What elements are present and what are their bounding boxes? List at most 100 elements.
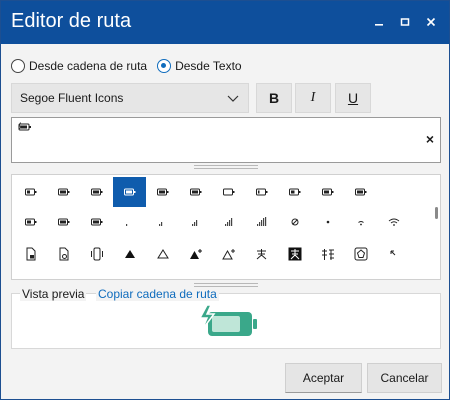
battery-low-icon xyxy=(222,188,234,196)
grid-cell-triangle-filled[interactable] xyxy=(113,239,146,269)
cancel-button[interactable]: Cancelar xyxy=(367,363,442,393)
accept-button[interactable]: Aceptar xyxy=(285,363,362,393)
radio-indicator xyxy=(157,59,172,73)
window-title: Editor de ruta xyxy=(11,10,132,32)
grid-cell-document-link[interactable] xyxy=(47,239,80,269)
battery-charging-icon xyxy=(321,188,333,196)
grid-cell-triangle-outline[interactable] xyxy=(146,239,179,269)
grid-cell-signal-3[interactable] xyxy=(179,207,212,237)
title-bar[interactable]: Editor de ruta xyxy=(1,1,449,44)
battery-charging-icon xyxy=(90,218,102,226)
battery-low-icon xyxy=(255,188,267,196)
grid-cell-battery-charging[interactable] xyxy=(146,177,179,207)
battery-charging-icon xyxy=(57,188,69,196)
dot-icon xyxy=(326,220,329,224)
copy-path-link[interactable]: Copiar cadena de ruta xyxy=(96,287,219,301)
grid-cell-ime-box[interactable] xyxy=(344,239,377,269)
battery-charging-icon xyxy=(57,218,69,226)
grid-cell-battery-charging[interactable] xyxy=(80,207,113,237)
document-link-icon xyxy=(59,247,68,261)
radio-from-text[interactable]: Desde Texto xyxy=(157,59,242,73)
triangle-outline-icon xyxy=(156,249,169,259)
signal-2-icon xyxy=(158,222,162,226)
signal-4-icon xyxy=(224,218,232,226)
grid-cell-no-signal[interactable] xyxy=(278,207,311,237)
grid-cell-phone-vibrate[interactable] xyxy=(80,239,113,269)
grid-cell-signal-2[interactable] xyxy=(146,207,179,237)
grid-cell-battery-charging[interactable] xyxy=(47,207,80,237)
signal-1-icon xyxy=(125,224,127,226)
radio-from-path-string[interactable]: Desde cadena de ruta xyxy=(11,59,147,73)
battery-icon xyxy=(24,188,36,196)
upper-splitter[interactable] xyxy=(194,165,258,170)
bold-button[interactable]: B xyxy=(256,83,292,113)
path-editor-window: Editor de ruta Desde cadena de ruta Desd… xyxy=(0,0,450,400)
battery-icon xyxy=(24,218,36,226)
grid-cell-triangle-add-outline[interactable] xyxy=(212,239,245,269)
grid-cell-battery-charging[interactable] xyxy=(179,177,212,207)
radio-label: Desde Texto xyxy=(175,59,242,73)
clear-text-button[interactable]: × xyxy=(426,131,434,147)
grid-cell-ime-japanese[interactable] xyxy=(311,239,344,269)
resize-corner-icon xyxy=(390,250,395,256)
preview-label: Vista previa xyxy=(20,287,87,301)
italic-button[interactable]: I xyxy=(295,83,331,113)
glyph-grid xyxy=(11,174,441,280)
grid-cell-battery[interactable] xyxy=(14,177,47,207)
ime-japanese-icon xyxy=(321,248,334,260)
grid-cell-ime-english-box[interactable] xyxy=(278,239,311,269)
grid-cell-battery-charging[interactable] xyxy=(47,177,80,207)
ime-english-box-icon xyxy=(288,247,301,261)
grid-cell-battery-charging[interactable] xyxy=(311,177,344,207)
battery-charging-icon xyxy=(354,188,366,196)
grid-cell-triangle-add-filled[interactable] xyxy=(179,239,212,269)
maximize-icon xyxy=(400,18,410,26)
font-family-value: Segoe Fluent Icons xyxy=(20,91,124,105)
grid-cell-signal-4[interactable] xyxy=(212,207,245,237)
battery-charging-icon xyxy=(156,188,168,196)
battery-charging-icon xyxy=(198,304,257,336)
glyph-text-input[interactable]: × xyxy=(11,117,441,163)
underline-button[interactable]: U xyxy=(335,83,371,113)
radio-indicator xyxy=(11,59,25,73)
grid-scrollbar[interactable] xyxy=(435,207,438,219)
grid-cell-wifi[interactable] xyxy=(377,207,410,237)
grid-cell-signal-1[interactable] xyxy=(113,207,146,237)
battery-icon xyxy=(288,188,300,196)
battery-charging-icon xyxy=(90,188,102,196)
grid-cell-resize-corner[interactable] xyxy=(377,239,410,269)
grid-cell-battery-charging[interactable] xyxy=(80,177,113,207)
minimize-button[interactable] xyxy=(367,11,391,33)
grid-cell-battery[interactable] xyxy=(14,207,47,237)
battery-charging-icon xyxy=(189,188,201,196)
document-lock-icon xyxy=(26,247,35,261)
preview-panel: Vista previa Copiar cadena de ruta xyxy=(11,287,441,349)
ime-box-icon xyxy=(354,247,367,261)
grid-cell-ime-english[interactable] xyxy=(245,239,278,269)
close-icon xyxy=(426,17,436,27)
grid-cell-battery-charging[interactable] xyxy=(344,177,377,207)
grid-cell-battery-low[interactable] xyxy=(245,177,278,207)
font-family-dropdown[interactable]: Segoe Fluent Icons xyxy=(11,83,249,113)
close-button[interactable] xyxy=(419,11,443,33)
source-radio-group: Desde cadena de ruta Desde Texto xyxy=(11,56,252,76)
ime-english-icon xyxy=(256,248,267,259)
phone-vibrate-icon xyxy=(90,247,103,261)
wifi-low-icon xyxy=(357,221,364,226)
signal-3-icon xyxy=(191,220,197,226)
battery-charging-icon xyxy=(123,188,135,196)
triangle-add-outline-icon xyxy=(221,249,235,260)
grid-cell-wifi-low[interactable] xyxy=(344,207,377,237)
grid-cell-battery[interactable] xyxy=(278,177,311,207)
grid-cell-battery-low[interactable] xyxy=(212,177,245,207)
grid-cell-dot[interactable] xyxy=(311,207,344,237)
grid-cell-signal-full[interactable] xyxy=(245,207,278,237)
wifi-icon xyxy=(388,218,399,226)
minimize-icon xyxy=(375,24,383,26)
grid-cell-document-lock[interactable] xyxy=(14,239,47,269)
maximize-button[interactable] xyxy=(393,11,417,33)
signal-full-icon xyxy=(256,217,266,226)
grid-cell-selected[interactable] xyxy=(113,177,146,207)
triangle-filled-icon xyxy=(124,250,135,258)
battery-charging-icon xyxy=(18,122,31,131)
